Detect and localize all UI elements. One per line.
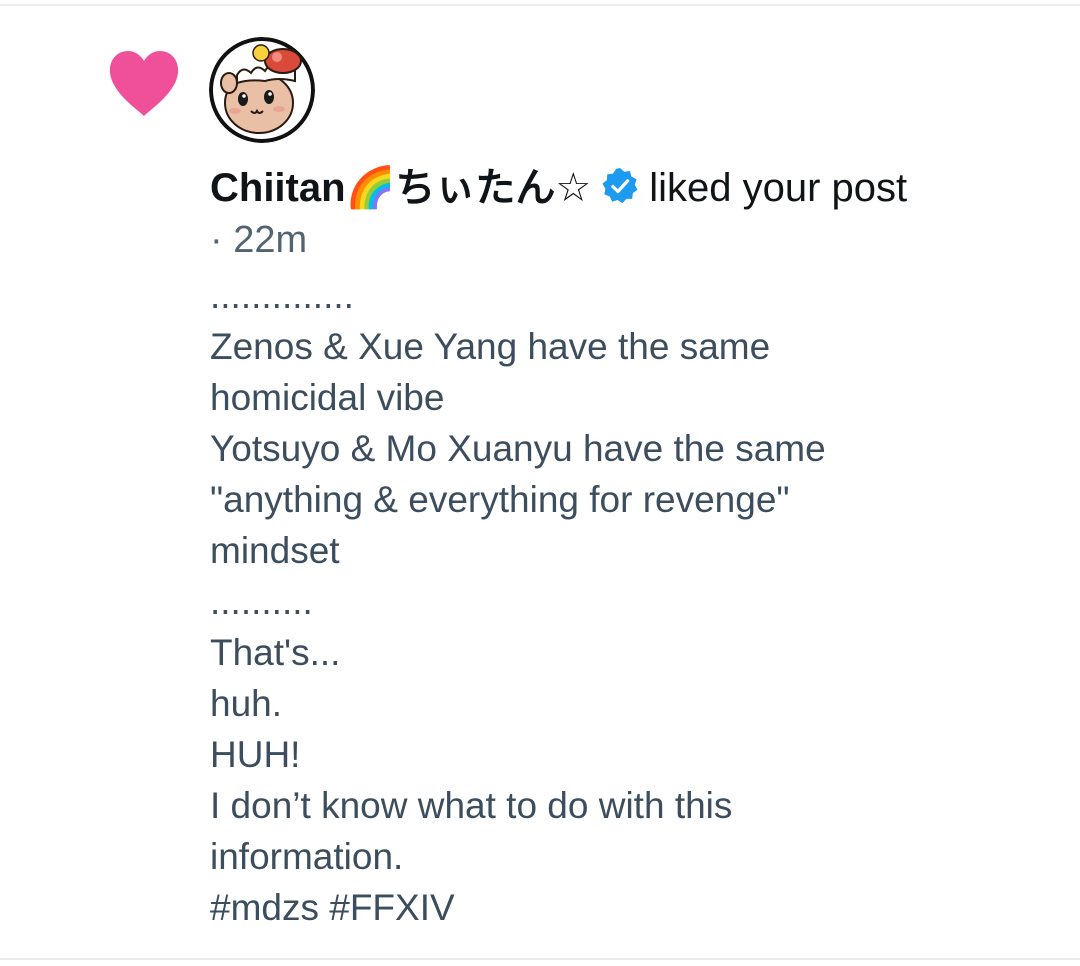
avatar-illustration <box>209 37 315 143</box>
action-text: liked your post <box>649 166 908 210</box>
post-preview[interactable]: .............. Zenos & Xue Yang have the… <box>210 270 1050 933</box>
username-link[interactable]: Chiitan🌈ちぃたん☆ <box>210 166 591 210</box>
post-line: information. <box>210 836 404 877</box>
notification-card[interactable]: Chiitan🌈ちぃたん☆ liked your post · 22m ....… <box>0 0 1080 966</box>
post-line: "anything & everything for revenge" <box>210 479 790 520</box>
bottom-divider <box>0 958 1080 960</box>
user-avatar[interactable] <box>209 37 315 143</box>
post-hashtags[interactable]: #mdzs #FFXIV <box>210 882 1050 933</box>
top-divider <box>0 4 1080 6</box>
post-line: mindset <box>210 530 340 571</box>
post-line: .......... <box>210 581 313 622</box>
timestamp: · 22m <box>210 219 308 261</box>
post-line: Yotsuyo & Mo Xuanyu have the same <box>210 428 826 469</box>
heart-icon <box>109 51 179 116</box>
post-line: .............. <box>210 275 354 316</box>
post-line: I don’t know what to do with this <box>210 785 733 826</box>
verified-badge-icon <box>602 167 638 204</box>
post-line: homicidal vibe <box>210 377 445 418</box>
notification-headline: Chiitan🌈ちぃたん☆ liked your post <box>210 162 1050 214</box>
post-line: Zenos & Xue Yang have the same <box>210 326 771 367</box>
post-line: huh. <box>210 683 283 724</box>
post-line: HUH! <box>210 734 301 775</box>
post-line: That's... <box>210 632 341 673</box>
